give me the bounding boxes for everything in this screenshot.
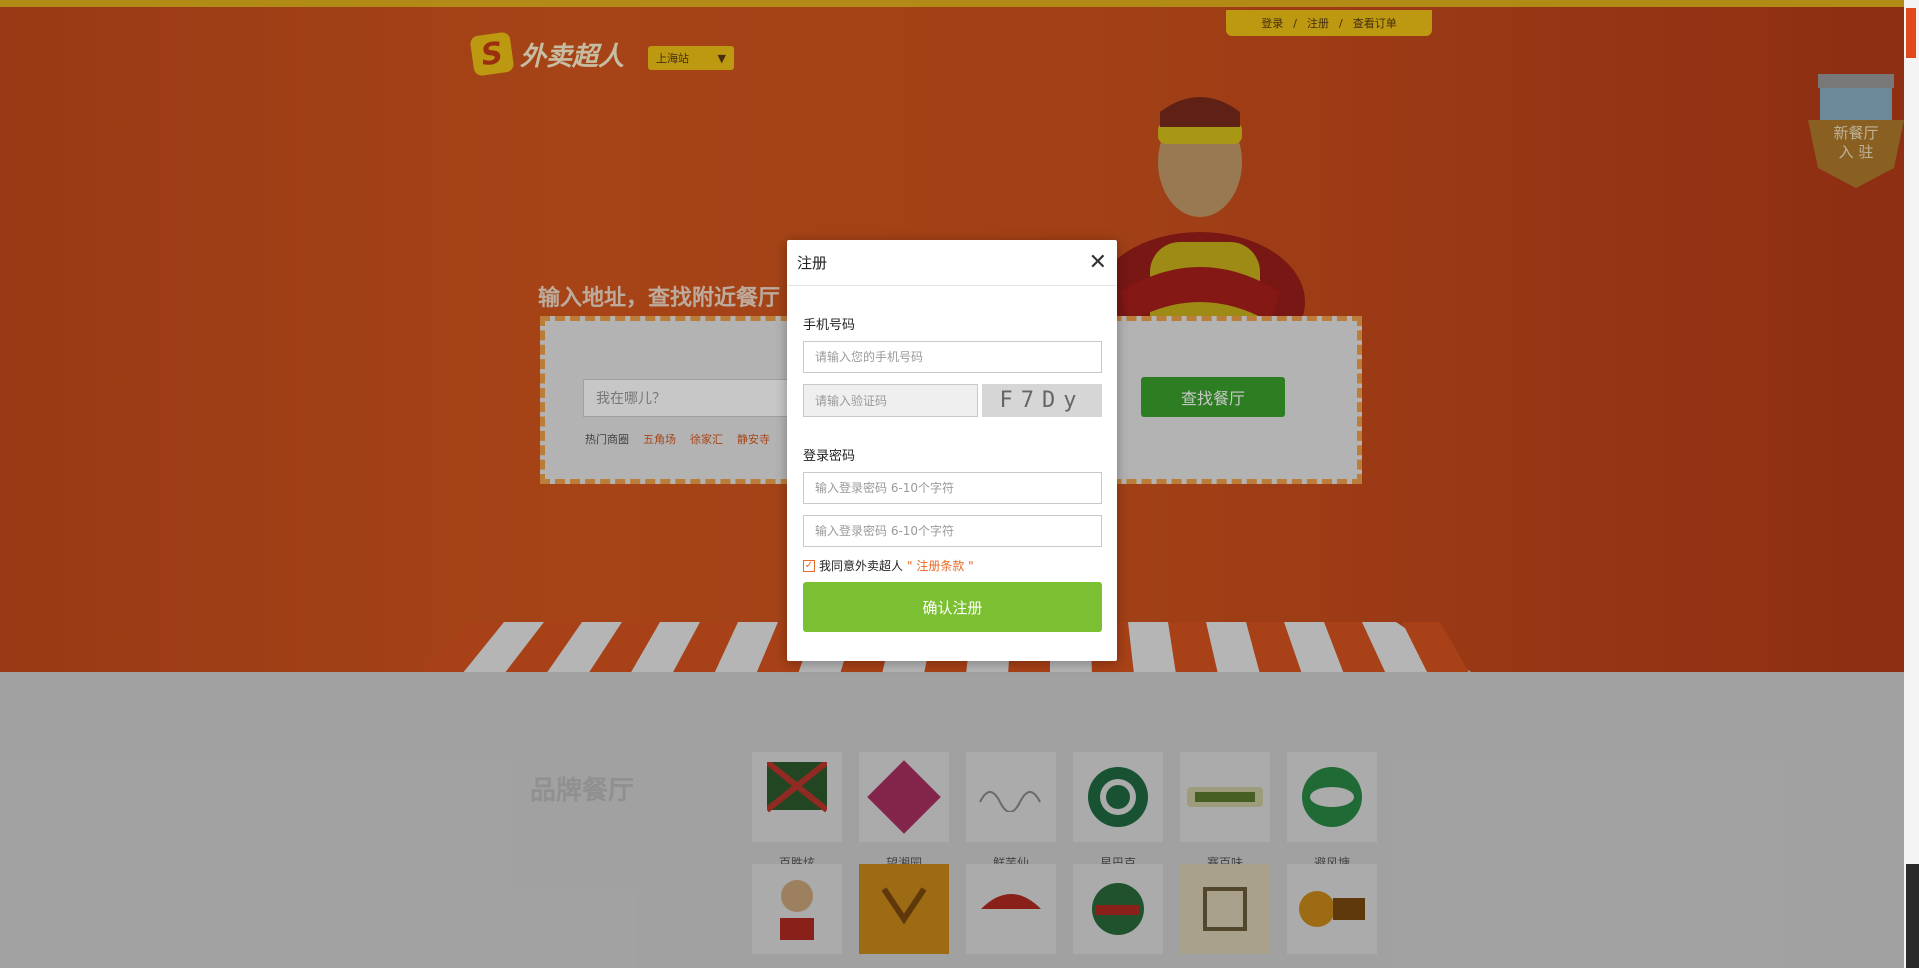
password-input[interactable] [803, 472, 1102, 504]
captcha-image[interactable]: F7Dy [982, 384, 1102, 417]
password-confirm-input[interactable] [803, 515, 1102, 547]
modal-title: 注册 [797, 254, 828, 272]
modal-header: 注册 ✕ [787, 240, 1117, 286]
phone-label: 手机号码 [803, 318, 856, 333]
edge-dark-block [1906, 864, 1919, 968]
captcha-text: F7Dy [999, 388, 1085, 413]
phone-input[interactable] [803, 341, 1102, 373]
scrollbar-edge[interactable] [1904, 0, 1919, 968]
agree-row: ✓ 我同意外卖超人 " 注册条款 " [803, 557, 974, 574]
edge-accent [1906, 8, 1916, 58]
close-icon[interactable]: ✕ [1089, 251, 1107, 274]
confirm-register-button[interactable]: 确认注册 [803, 582, 1102, 632]
agree-text: 我同意外卖超人 [819, 559, 904, 573]
agree-checkbox[interactable]: ✓ [803, 559, 815, 572]
terms-link[interactable]: " 注册条款 " [907, 557, 974, 574]
captcha-input[interactable] [803, 384, 978, 417]
register-modal: 注册 ✕ 手机号码 F7Dy 登录密码 ✓ 我同意外卖超人 " 注册条款 " 确… [787, 240, 1117, 661]
password-label: 登录密码 [803, 449, 856, 464]
